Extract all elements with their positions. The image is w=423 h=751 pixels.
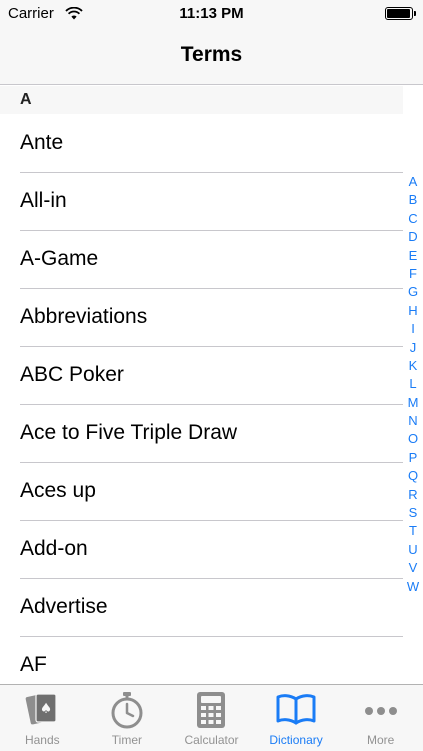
index-letter-a[interactable]: A <box>403 173 423 191</box>
index-letter-c[interactable]: C <box>403 210 423 228</box>
term-label: AF <box>20 653 47 676</box>
status-bar: Carrier 11:13 PM <box>0 0 423 28</box>
calculator-icon <box>196 691 226 734</box>
index-letter-u[interactable]: U <box>403 541 423 559</box>
index-letter-j[interactable]: J <box>403 339 423 357</box>
more-icon <box>361 691 401 732</box>
index-letter-p[interactable]: P <box>403 449 423 467</box>
status-time: 11:13 PM <box>179 5 244 22</box>
list-item[interactable]: Add-on <box>0 521 403 579</box>
navigation-bar: Terms <box>0 28 423 85</box>
list-item[interactable]: Ace to Five Triple Draw <box>0 405 403 463</box>
index-letter-d[interactable]: D <box>403 228 423 246</box>
index-letter-h[interactable]: H <box>403 302 423 320</box>
index-letter-s[interactable]: S <box>403 504 423 522</box>
tab-label: Dictionary <box>269 733 323 747</box>
page-title: Terms <box>180 43 243 66</box>
term-label: Ante <box>20 131 64 154</box>
battery-icon <box>385 7 416 20</box>
stopwatch-icon <box>109 691 145 734</box>
list-item[interactable]: A-Game <box>0 231 403 289</box>
term-label: Abbreviations <box>20 305 148 328</box>
tab-more[interactable]: More <box>338 685 423 751</box>
index-letter-i[interactable]: I <box>403 320 423 338</box>
term-label: Ace to Five Triple Draw <box>20 421 238 444</box>
section-header: A <box>0 86 403 114</box>
index-letter-v[interactable]: V <box>403 559 423 577</box>
index-letter-k[interactable]: K <box>403 357 423 375</box>
cards-icon: ♠ <box>22 691 62 732</box>
index-letter-f[interactable]: F <box>403 265 423 283</box>
tab-label: Hands <box>24 733 60 747</box>
list-item[interactable]: Abbreviations <box>0 289 403 347</box>
list-item[interactable]: ABC Poker <box>0 347 403 405</box>
term-label: A-Game <box>20 247 99 270</box>
list-item[interactable]: All-in <box>0 173 403 231</box>
tab-label: Timer <box>111 733 142 747</box>
index-letter-m[interactable]: M <box>403 394 423 412</box>
tab-hands[interactable]: ♠ Hands <box>0 685 85 751</box>
term-label: Aces up <box>20 479 96 502</box>
section-index[interactable]: A B C D E F G H I J K L M N O P Q R S T … <box>403 173 423 596</box>
index-letter-q[interactable]: Q <box>403 467 423 485</box>
tab-timer[interactable]: Timer <box>85 685 170 751</box>
terms-list: Ante All-in A-Game Abbreviations ABC Pok… <box>0 115 403 695</box>
section-header-label: A <box>20 91 32 108</box>
index-letter-n[interactable]: N <box>403 412 423 430</box>
tab-calculator[interactable]: Calculator <box>169 685 254 751</box>
list-item[interactable]: Ante <box>0 115 403 173</box>
index-letter-t[interactable]: T <box>403 522 423 540</box>
tab-dictionary[interactable]: Dictionary <box>254 685 339 751</box>
tab-bar: ♠ Hands Timer Calculator Dictionary More <box>0 684 423 751</box>
index-letter-l[interactable]: L <box>403 375 423 393</box>
svg-text:♠: ♠ <box>40 701 53 717</box>
index-letter-g[interactable]: G <box>403 283 423 301</box>
index-letter-r[interactable]: R <box>403 486 423 504</box>
index-letter-e[interactable]: E <box>403 247 423 265</box>
list-item[interactable]: Aces up <box>0 463 403 521</box>
tab-label: More <box>367 733 395 747</box>
term-label: All-in <box>20 189 67 212</box>
index-letter-o[interactable]: O <box>403 430 423 448</box>
book-icon <box>276 691 316 732</box>
term-label: Advertise <box>20 595 108 618</box>
term-label: ABC Poker <box>20 363 124 386</box>
index-letter-b[interactable]: B <box>403 191 423 209</box>
list-item[interactable]: Advertise <box>0 579 403 637</box>
index-letter-w[interactable]: W <box>403 578 423 596</box>
tab-label: Calculator <box>184 733 239 747</box>
term-label: Add-on <box>20 537 88 560</box>
